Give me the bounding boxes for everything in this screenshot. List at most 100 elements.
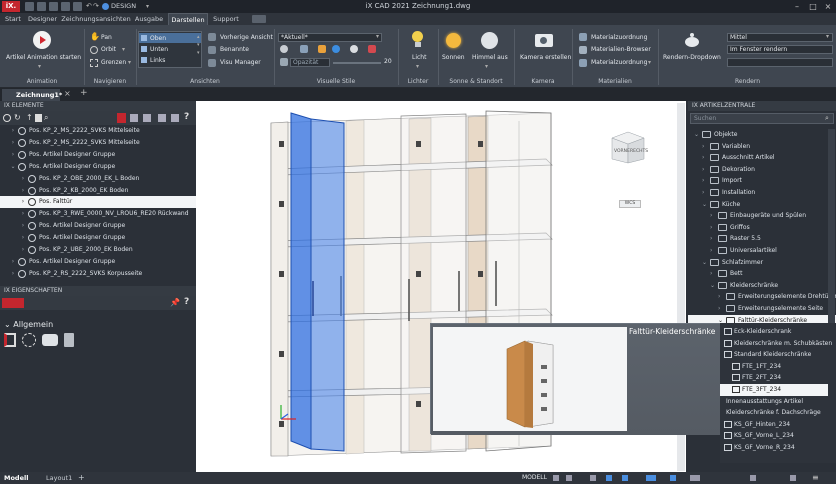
material-sphere-icon[interactable] [332,45,340,53]
chevron-icon[interactable]: › [702,164,704,176]
camera-icon[interactable] [535,34,553,47]
grid-icon[interactable] [130,114,138,122]
tree-row[interactable]: › Pos. Falttür [0,196,196,208]
grenzen-button[interactable]: Grenzen [101,59,126,66]
sky-off-button[interactable]: Himmel aus [472,54,508,61]
article-sublist-item[interactable]: Kleiderschränke f. Dachschräge [722,407,830,419]
light-button[interactable]: Licht [412,54,426,61]
menu-icon[interactable]: ≡ [812,473,819,482]
chevron-icon[interactable]: ⌄ [702,257,707,269]
orbit-button[interactable]: Orbit [101,46,116,53]
chevron-right-icon[interactable]: › [20,196,26,208]
sky-icon[interactable] [481,32,498,49]
chevron-icon[interactable]: › [710,233,712,245]
refresh-icon[interactable]: ↻ [14,113,21,122]
article-tree-item[interactable]: › Griffos [688,222,836,234]
chevron-down-icon[interactable]: ▾ [648,59,651,66]
tree-row[interactable]: › Pos. KP_2_OBE_2000_EK_L Boden [0,173,196,185]
duplicate-icon[interactable] [42,334,58,346]
trash-icon[interactable] [64,333,74,347]
polar-toggle-icon[interactable] [606,475,612,481]
grid-toggle-icon[interactable] [553,475,559,481]
article-tree-item[interactable]: ⌄ Kleiderschränke [688,280,836,292]
view-list-scroll[interactable]: ▴ ▾ ▾ [197,33,201,65]
article-tree-item[interactable]: › Ausschnitt Artikel [688,152,836,164]
document-icon[interactable] [35,114,42,122]
opacity-field[interactable]: Opazität [290,58,330,67]
redo-icon[interactable]: ↷ [93,2,99,10]
viewcube-front-label[interactable]: VORNE [614,149,630,154]
annotation-icon[interactable] [690,475,700,481]
chevron-down-icon[interactable]: ▾ [485,63,488,70]
print-icon[interactable] [73,2,82,11]
open-folder-icon[interactable] [37,2,46,11]
color-style-icon[interactable] [318,45,326,53]
chevron-icon[interactable]: ⌄ [702,199,707,211]
article-sublist-item[interactable]: KS_GF_Vorne_R_234 [720,442,828,454]
tree-row[interactable]: › Pos. KP_3_RWE_0000_NV_LROU6_RE20 Rückwa… [0,208,196,220]
new-file-icon[interactable] [25,2,34,11]
chevron-down-icon[interactable]: ▾ [826,33,829,40]
shade-sphere-icon[interactable] [280,45,288,53]
chevron-icon[interactable]: › [718,303,720,315]
create-camera-button[interactable]: Kamera erstellen [520,54,571,61]
tree-row[interactable]: › Pos. KP_2_UBE_2000_EK Boden [0,244,196,256]
wcs-indicator[interactable]: WCS [619,200,641,208]
tab-overflow-icon[interactable] [252,15,266,23]
view-item-unten[interactable]: Unten [139,44,201,54]
filter-active-icon[interactable] [117,113,126,123]
tab-layout1[interactable]: Layout1 [46,472,72,484]
visu-manager-button[interactable]: Visu Manager [220,59,261,66]
article-sublist-item[interactable]: KS_GF_Vorne_L_234 [720,430,828,442]
material-browser-button[interactable]: Materialien-Browser [591,46,651,53]
add-tab-icon[interactable]: + [80,88,88,98]
chevron-right-icon[interactable]: › [20,232,26,244]
wrench-icon[interactable] [2,298,24,308]
close-icon[interactable]: × [821,1,835,12]
chevron-icon[interactable]: › [702,187,704,199]
article-sublist-item[interactable]: Standard Kleiderschränke [720,349,828,361]
tab-designer[interactable]: Designer [26,13,59,25]
article-sublist-item[interactable]: FTE_3FT_234 [720,384,828,396]
article-tree-item[interactable]: › Erweiterungselemente Seite [688,303,836,315]
opacity-slider[interactable] [333,62,381,64]
maximize-icon[interactable]: □ [806,1,820,12]
snap-toggle-icon[interactable] [566,475,572,481]
tab-darstellen[interactable]: Darstellen [168,13,208,25]
article-search-input[interactable]: Suchen [690,113,834,124]
article-tree-item[interactable]: › Universalartikel [688,245,836,257]
article-tree-item[interactable]: › Dekoration [688,164,836,176]
article-sublist-item[interactable]: Kleiderschränke m. Schubkästen [720,338,832,350]
viewcube-right-label[interactable]: RECHTS [630,149,648,154]
saveas-icon[interactable] [61,2,70,11]
rotate-icon[interactable] [22,333,36,347]
chevron-right-icon[interactable]: › [20,185,26,197]
chevron-icon[interactable]: › [710,268,712,280]
article-tree-item[interactable]: › Raster 5.5 [688,233,836,245]
animation-start-button[interactable]: Artikel Animation starten [6,54,81,61]
chevron-right-icon[interactable]: › [20,173,26,185]
tree-row[interactable]: › Pos. Artikel Designer Gruppe [0,232,196,244]
tree-row[interactable]: › Pos. KP_2_KB_2000_EK Boden [0,185,196,197]
tab-ausgabe[interactable]: Ausgabe [133,13,165,25]
tab-modell[interactable]: Modell [4,472,28,484]
chevron-icon[interactable]: › [702,175,704,187]
article-sublist-item[interactable]: FTE_2FT_234 [720,372,828,384]
chevron-down-icon[interactable]: ▾ [416,63,419,70]
add-layout-icon[interactable]: + [78,472,85,484]
funnel-icon[interactable] [171,114,179,122]
tree-row[interactable]: › Pos. Artikel Designer Gruppe [0,220,196,232]
otrack-toggle-icon[interactable] [646,475,656,481]
chevron-icon[interactable]: › [710,210,712,222]
article-tree-item[interactable]: ⌄ Schlafzimmer [688,257,836,269]
chevron-icon[interactable]: › [702,152,704,164]
help-icon[interactable]: ? [184,297,189,307]
workspace-toggle-icon[interactable] [750,475,756,481]
tab-support[interactable]: Support [210,13,242,25]
tool-icon[interactable] [158,114,166,122]
globe-icon[interactable] [3,114,11,122]
save-icon[interactable] [49,2,58,11]
article-tree-item[interactable]: › Import [688,175,836,187]
view-item-links[interactable]: Links [139,55,201,65]
teapot-icon[interactable] [683,32,701,48]
